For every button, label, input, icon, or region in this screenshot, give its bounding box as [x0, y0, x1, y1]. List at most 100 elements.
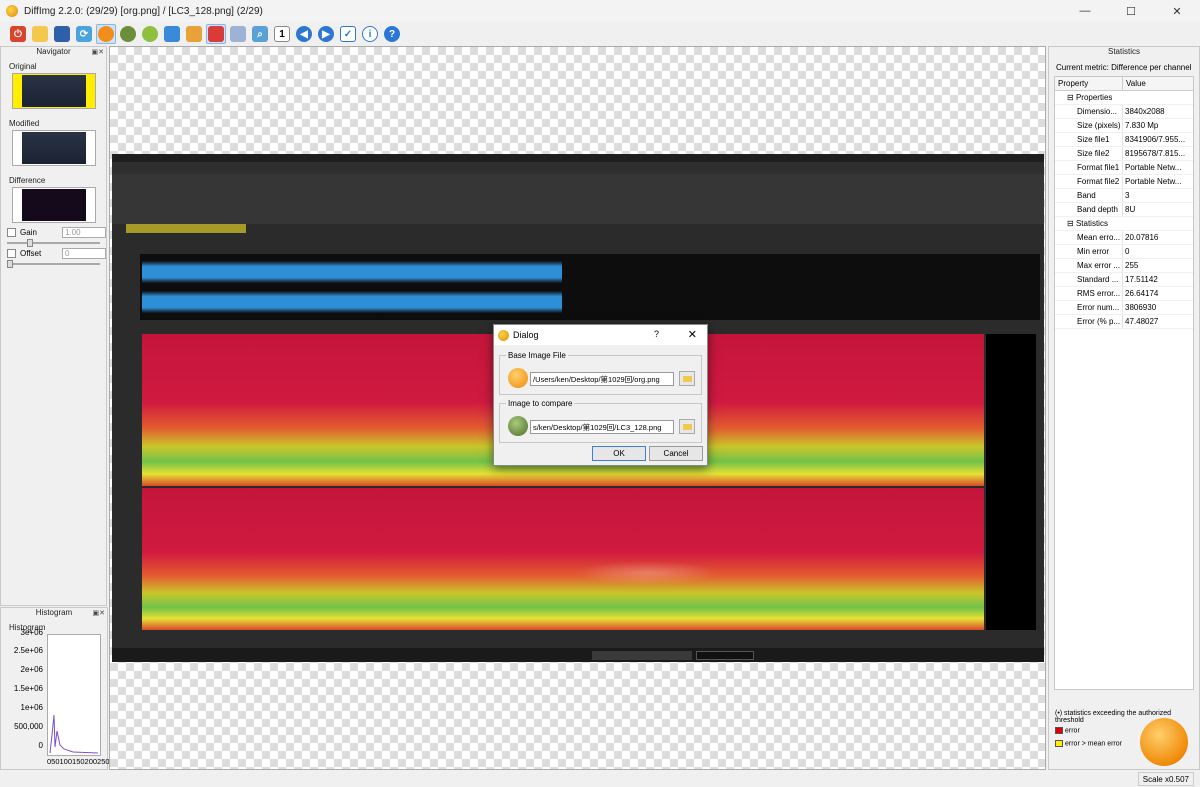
x-ticks: 050100150200250	[47, 757, 110, 766]
property-cell: Error (% p...	[1055, 315, 1123, 328]
y-tick: 3e+06	[20, 628, 43, 637]
table-row[interactable]: Size file1 8341906/7.955...	[1055, 133, 1193, 147]
dialog-title: Dialog	[513, 330, 539, 340]
legend-error: error	[1065, 727, 1080, 735]
group-statistics[interactable]: ⊟ Statistics	[1055, 217, 1193, 231]
folder-icon	[682, 375, 692, 382]
current-metric: Current metric: Difference per channel	[1056, 63, 1192, 72]
table-row[interactable]: Error num... 3806930	[1055, 301, 1193, 315]
group-properties[interactable]: ⊟ Properties	[1055, 91, 1193, 105]
one-to-one-icon[interactable]: 1	[272, 24, 292, 44]
info-icon[interactable]: i	[360, 24, 380, 44]
property-cell: Standard ...	[1055, 273, 1123, 286]
offset-spinbox[interactable]: 0	[62, 248, 106, 259]
red-overlay-icon[interactable]	[206, 24, 226, 44]
window-title: DiffImg 2.2.0: (29/29) [org.png] / [LC3_…	[24, 5, 263, 17]
collapse-icon[interactable]: ⊟	[1067, 93, 1076, 102]
ok-button[interactable]: OK	[592, 446, 646, 461]
app-icon	[6, 5, 18, 17]
difference-thumbnail[interactable]	[11, 187, 96, 223]
browse-compare-button[interactable]	[679, 419, 695, 434]
value-cell: 20.07816	[1125, 233, 1159, 242]
y-tick: 1e+06	[20, 703, 43, 712]
cancel-button[interactable]: Cancel	[649, 446, 703, 461]
gain-checkbox[interactable]	[7, 228, 16, 237]
checklist-icon[interactable]: ✓	[338, 24, 358, 44]
offset-checkbox[interactable]	[7, 249, 16, 258]
property-cell: Size (pixels)	[1055, 119, 1123, 132]
dialog-close-button[interactable]: ✕	[688, 328, 697, 341]
panel-float-icon[interactable]: ▣✕	[93, 609, 105, 617]
table-row[interactable]: Mean erro... 20.07816	[1055, 231, 1193, 245]
histogram-plot	[47, 634, 101, 756]
table-row[interactable]: RMS error... 26.64174	[1055, 287, 1193, 301]
maximize-button[interactable]: ☐	[1108, 0, 1154, 22]
value-cell: 3	[1125, 191, 1130, 200]
table-row[interactable]: Size file2 8195678/7.815...	[1055, 147, 1193, 161]
base-image-icon[interactable]	[96, 24, 116, 44]
table-row[interactable]: Min error 0	[1055, 245, 1193, 259]
compare-image-icon[interactable]	[118, 24, 138, 44]
base-image-path-input[interactable]: /Users/ken/Desktop/第1029回/org.png	[530, 372, 674, 386]
panel-float-icon[interactable]: ▣✕	[92, 48, 104, 56]
y-tick: 2.5e+06	[13, 646, 43, 655]
value-cell: 8U	[1125, 205, 1136, 214]
dialog-help-button[interactable]: ?	[654, 329, 659, 339]
value-cell: 8341906/7.955...	[1125, 135, 1186, 144]
base-image-icon	[508, 368, 528, 388]
table-row[interactable]: Error (% p... 47.48027	[1055, 315, 1193, 329]
dual-panel-icon[interactable]	[162, 24, 182, 44]
table-row[interactable]: Format file2 Portable Netw...	[1055, 175, 1193, 189]
table-row[interactable]: Max error ... 255	[1055, 259, 1193, 273]
property-cell: Mean erro...	[1055, 231, 1123, 244]
difference-label: Difference	[9, 176, 46, 185]
table-row[interactable]: Band 3	[1055, 189, 1193, 203]
status-bar: Scale x0.507	[0, 771, 1200, 787]
histogram-panel: Histogram ▣✕ Histogram 3e+06 2.5e+06 2e+0…	[0, 607, 110, 770]
green-ball-icon[interactable]	[140, 24, 160, 44]
gain-spinbox[interactable]: 1.00	[62, 227, 106, 238]
table-row[interactable]: Standard ... 17.51142	[1055, 273, 1193, 287]
base-image-group: Base Image File /Users/ken/Desktop/第1029…	[499, 351, 702, 395]
help-icon[interactable]: ?	[382, 24, 402, 44]
property-cell: Band	[1055, 189, 1123, 202]
zoom-icon[interactable]: ⌕	[250, 24, 270, 44]
swap-icon[interactable]	[228, 24, 248, 44]
y-tick: 1.5e+06	[13, 684, 43, 693]
back-icon[interactable]: ◀	[294, 24, 314, 44]
collapse-icon[interactable]: ⊟	[1067, 219, 1076, 228]
file-dialog: Dialog? ✕ Base Image File /Users/ken/Desk…	[493, 324, 708, 466]
value-cell: 255	[1125, 261, 1139, 270]
property-cell: Dimensio...	[1055, 105, 1123, 118]
modified-thumbnail[interactable]	[11, 130, 96, 166]
y-tick: 500,000	[14, 722, 43, 731]
gain-slider[interactable]	[7, 239, 100, 247]
property-cell: RMS error...	[1055, 287, 1123, 300]
table-row[interactable]: Size (pixels) 7.830 Mp	[1055, 119, 1193, 133]
property-cell: Band depth	[1055, 203, 1123, 216]
value-cell: 8195678/7.815...	[1125, 149, 1186, 158]
power-icon[interactable]: ⏻	[8, 24, 28, 44]
save-icon[interactable]	[52, 24, 72, 44]
property-cell: Min error	[1055, 245, 1123, 258]
image-panel-icon[interactable]	[184, 24, 204, 44]
table-row[interactable]: Dimensio... 3840x2088	[1055, 105, 1193, 119]
table-row[interactable]: Band depth 8U	[1055, 203, 1193, 217]
close-button[interactable]: ✕	[1154, 0, 1200, 22]
browse-base-button[interactable]	[679, 371, 695, 386]
property-cell: Format file1	[1055, 161, 1123, 174]
compare-image-path-input[interactable]: s/ken/Desktop/第1029回/LC3_128.png	[530, 420, 674, 434]
value-cell: Portable Netw...	[1125, 177, 1182, 186]
minimize-button[interactable]: —	[1062, 0, 1108, 22]
forward-icon[interactable]: ▶	[316, 24, 336, 44]
offset-slider[interactable]	[7, 260, 100, 268]
original-thumbnail[interactable]	[11, 73, 96, 109]
table-row[interactable]: Format file1 Portable Netw...	[1055, 161, 1193, 175]
error-swatch	[1055, 727, 1063, 734]
modified-label: Modified	[9, 119, 40, 128]
statistics-title: Statistics	[1107, 47, 1140, 56]
value-cell: 0	[1125, 247, 1130, 256]
refresh-icon[interactable]: ⟳	[74, 24, 94, 44]
open-folder-icon[interactable]	[30, 24, 50, 44]
gain-label: Gain	[20, 228, 37, 237]
